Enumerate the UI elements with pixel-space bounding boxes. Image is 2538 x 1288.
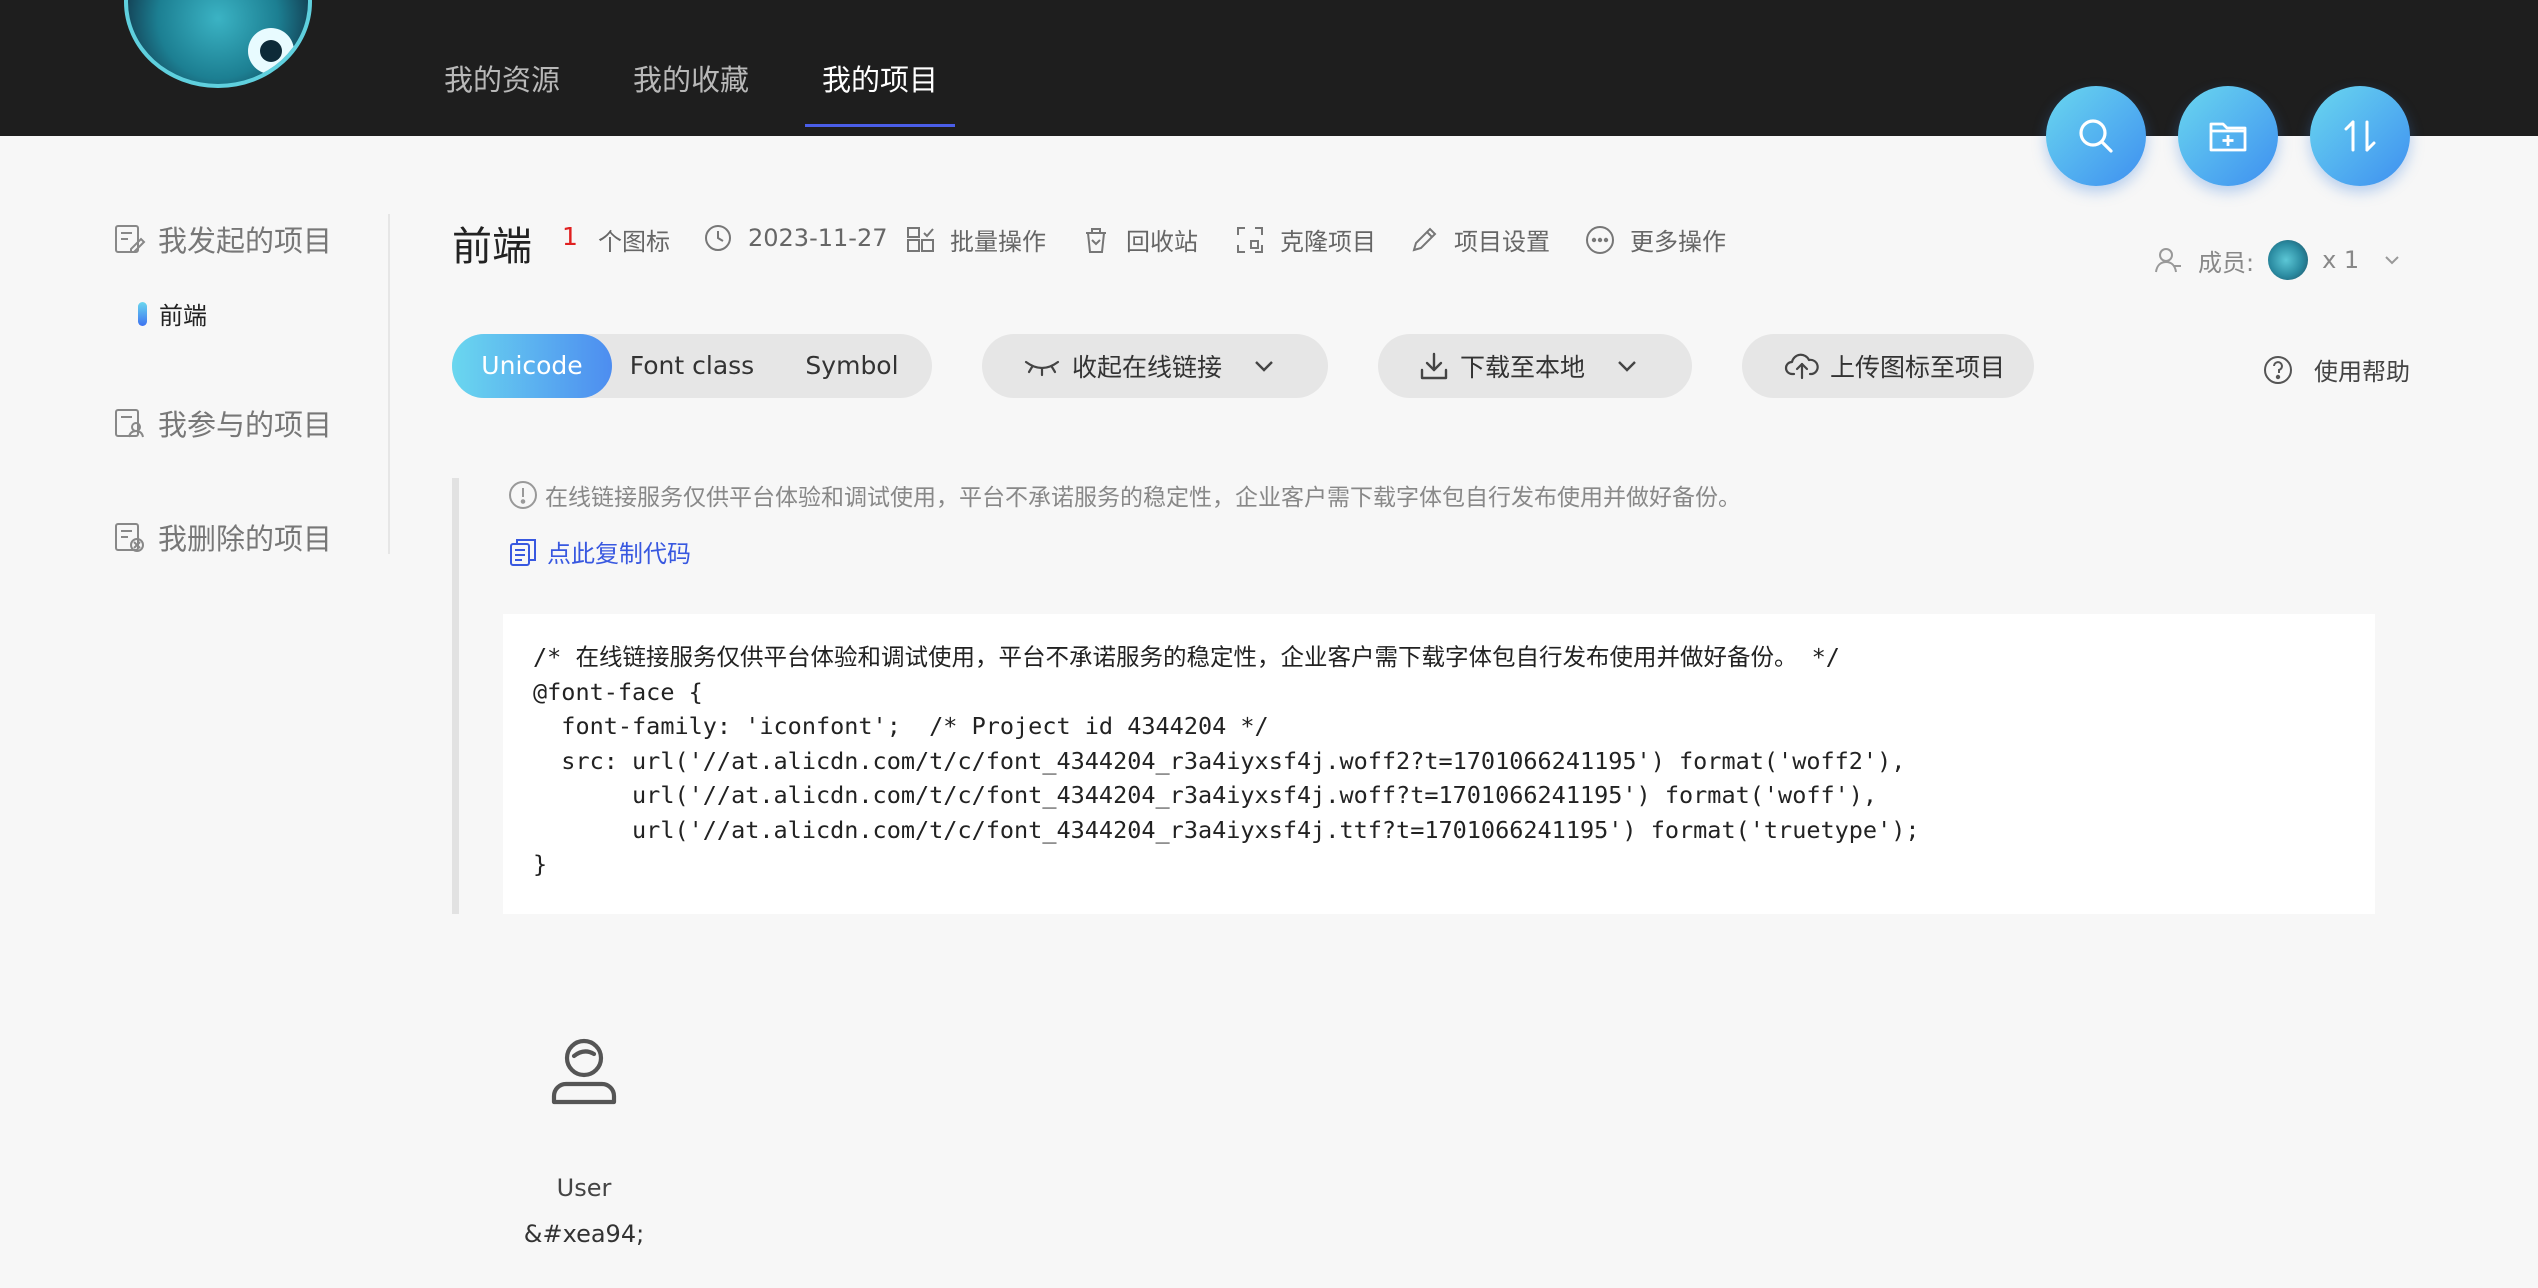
batch-label: 批量操作: [950, 228, 1046, 256]
sidebar-item-participated[interactable]: 我参与的项目: [112, 402, 332, 444]
date-text: 2023-11-27: [748, 224, 888, 252]
code-line: url('//at.alicdn.com/t/c/font_4344204_r3…: [533, 781, 1878, 809]
sidebar-project-frontend[interactable]: 前端: [138, 296, 207, 331]
search-button[interactable]: [2046, 86, 2146, 186]
sidebar-item-label: 我发起的项目: [158, 224, 333, 258]
clock-icon: [705, 225, 731, 251]
chevron-down-icon: [1255, 361, 1273, 372]
eye-closed-icon: [1024, 360, 1060, 377]
batch-operation-button[interactable]: 批量操作: [904, 222, 1046, 257]
icon-code: &#xea94;: [523, 1220, 645, 1248]
folder-plus-icon: [2209, 122, 2247, 152]
sort-button[interactable]: [2310, 86, 2410, 186]
download-icon: [1420, 352, 1448, 380]
icon-count: 1: [562, 222, 578, 251]
upload-button[interactable]: 上传图标至项目: [1742, 334, 2034, 398]
sort-icon: [2344, 120, 2376, 152]
nav-my-projects[interactable]: 我的项目: [805, 60, 956, 127]
nav-my-favorites[interactable]: 我的收藏: [633, 60, 749, 100]
recycle-label: 回收站: [1126, 228, 1198, 256]
collapse-link-label: 收起在线链接: [1072, 353, 1223, 382]
code-line: src: url('//at.alicdn.com/t/c/font_43442…: [533, 746, 1906, 775]
clone-project-button[interactable]: 克隆项目: [1234, 222, 1376, 257]
recycle-bin-button[interactable]: 回收站: [1080, 222, 1198, 257]
tab-symbol[interactable]: Symbol: [772, 334, 932, 398]
more-icon: [1586, 225, 1614, 254]
sidebar-item-label: 我参与的项目: [158, 408, 333, 442]
settings-label: 项目设置: [1454, 228, 1550, 256]
clone-label: 克隆项目: [1280, 228, 1376, 256]
collapse-online-link-button[interactable]: 收起在线链接: [982, 334, 1328, 398]
code-type-switch: Unicode Font class Symbol: [452, 334, 932, 398]
help-link[interactable]: 使用帮助: [2262, 352, 2410, 387]
icon-count-label: 个图标: [598, 228, 670, 256]
members-count: x 1: [2322, 246, 2360, 274]
icon-name: User: [556, 1174, 612, 1202]
sidebar-item-initiated[interactable]: 我发起的项目: [112, 218, 332, 260]
code-line: /* 在线链接服务仅供平台体验和调试使用，平台不承诺服务的稳定性，企业客户需下载…: [533, 643, 1840, 671]
project-user-icon: [115, 409, 144, 438]
notice-text: 在线链接服务仅供平台体验和调试使用，平台不承诺服务的稳定性，企业客户需下载字体包…: [545, 485, 1741, 511]
avatar: [2268, 240, 2309, 280]
project-color-bar: [138, 301, 147, 326]
members-label: 成员:: [2198, 248, 2255, 277]
sidebar-item-deleted[interactable]: 我删除的项目: [112, 516, 332, 558]
nav-my-resources[interactable]: 我的资源: [444, 60, 560, 100]
notice: 在线链接服务仅供平台体验和调试使用，平台不承诺服务的稳定性，企业客户需下载字体包…: [507, 478, 1741, 512]
user-outline-icon: [2155, 248, 2181, 273]
help-circle-icon: [2264, 355, 2292, 384]
project-title: 前端: [452, 224, 532, 270]
user-icon: [551, 1038, 617, 1105]
sidebar-project-label: 前端: [159, 302, 207, 330]
code-line: url('//at.alicdn.com/t/c/font_4344204_r3…: [533, 815, 1920, 844]
chevron-down-icon: [2385, 256, 2399, 265]
members-dropdown[interactable]: 成员: x 1: [2152, 240, 2403, 280]
search-icon: [2079, 119, 2113, 153]
project-edit-icon: [115, 225, 146, 253]
logo[interactable]: [124, 0, 312, 88]
icon-card[interactable]: User &#xea94;: [500, 1032, 668, 1248]
chevron-down-icon: [1618, 361, 1636, 372]
download-label: 下载至本地: [1460, 353, 1586, 382]
code-block[interactable]: /* 在线链接服务仅供平台体验和调试使用，平台不承诺服务的稳定性，企业客户需下载…: [503, 614, 2375, 914]
code-line: @font-face {: [533, 677, 703, 706]
project-date: 2023-11-27: [702, 222, 887, 254]
clone-icon: [1237, 226, 1263, 253]
project-delete-icon: [115, 523, 144, 552]
help-label: 使用帮助: [2314, 358, 2410, 386]
top-bar: 我的资源 我的收藏 我的项目: [0, 0, 2538, 136]
new-project-button[interactable]: [2178, 86, 2278, 186]
copy-code-label: 点此复制代码: [547, 540, 691, 568]
tab-unicode[interactable]: Unicode: [452, 334, 612, 398]
project-settings-button[interactable]: 项目设置: [1408, 222, 1550, 257]
online-link-panel: 在线链接服务仅供平台体验和调试使用，平台不承诺服务的稳定性，企业客户需下载字体包…: [452, 478, 2375, 914]
batch-icon: [907, 226, 934, 252]
tab-font-class[interactable]: Font class: [612, 334, 772, 398]
sidebar-item-label: 我删除的项目: [158, 522, 333, 556]
more-actions-button[interactable]: 更多操作: [1584, 222, 1726, 257]
upload-label: 上传图标至项目: [1830, 353, 2006, 382]
more-label: 更多操作: [1630, 228, 1726, 256]
code-line: }: [533, 850, 548, 878]
trash-icon: [1086, 227, 1106, 253]
copy-code-link[interactable]: 点此复制代码: [507, 534, 691, 569]
code-line: font-family: 'iconfont'; /* Project id 4…: [533, 712, 1269, 740]
download-button[interactable]: 下载至本地: [1378, 334, 1692, 398]
pencil-icon: [1412, 227, 1437, 251]
info-icon: [509, 481, 537, 509]
sidebar-divider: [388, 214, 390, 554]
copy-icon: [510, 538, 536, 566]
cloud-upload-icon: [1784, 353, 1819, 380]
main-nav: 我的资源 我的收藏 我的项目: [444, 60, 1011, 127]
